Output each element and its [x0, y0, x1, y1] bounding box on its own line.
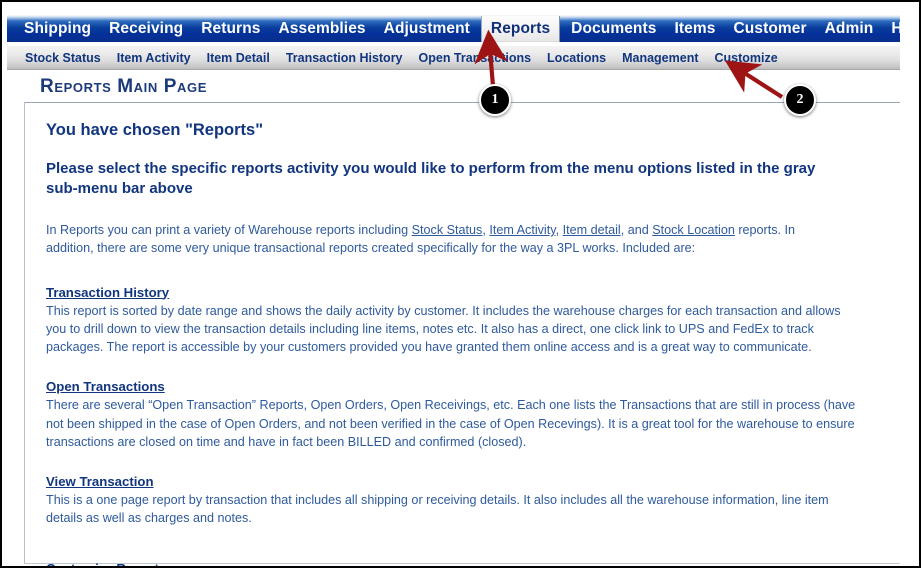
nav-item-shipping[interactable]: Shipping — [15, 15, 100, 42]
sub-navigation-bar: Stock Status Item Activity Item Detail Tran… — [7, 46, 900, 70]
subnav-item-stock-status[interactable]: Stock Status — [17, 51, 109, 65]
annotation-marker-2: 2 — [784, 84, 816, 116]
section-body-open-transactions: There are several “Open Transaction” Rep… — [46, 398, 856, 449]
subnav-item-management[interactable]: Management — [614, 51, 706, 65]
nav-item-customer[interactable]: Customer — [724, 15, 815, 42]
subnav-item-open-transactions[interactable]: Open Transactions — [411, 51, 540, 65]
section-transaction-history: Transaction History This report is sorte… — [46, 284, 860, 357]
section-customize-reports: Customize Reports — [46, 560, 860, 566]
section-body-view-transaction: This is a one page report by transaction… — [46, 493, 829, 526]
intro-text-1: In Reports you can print a variety of Wa… — [46, 223, 412, 238]
application-window: Shipping Receiving Returns Assemblies Adjust… — [0, 0, 921, 568]
main-navigation-bar: Shipping Receiving Returns Assemblies Adjust… — [7, 15, 919, 42]
title-divider — [24, 102, 900, 103]
annotation-marker-2-label: 2 — [796, 92, 804, 107]
subnav-item-customize[interactable]: Customize — [707, 51, 786, 65]
section-body-transaction-history: This report is sorted by date range and … — [46, 303, 841, 355]
nav-item-items[interactable]: Items — [665, 15, 724, 42]
nav-item-returns[interactable]: Returns — [192, 15, 269, 42]
section-open-transactions: Open Transactions There are several “Ope… — [46, 378, 860, 451]
nav-item-documents[interactable]: Documents — [562, 15, 665, 42]
annotation-marker-1-label: 1 — [491, 92, 499, 107]
section-title-view-transaction[interactable]: View Transaction — [46, 474, 154, 489]
main-content: You have chosen "Reports" Please select … — [46, 120, 860, 566]
nav-item-reports[interactable]: Reports — [480, 16, 561, 42]
link-item-activity[interactable]: Item Activity — [489, 223, 555, 237]
nav-item-receiving[interactable]: Receiving — [100, 15, 192, 42]
content-heading: You have chosen "Reports" — [46, 121, 264, 139]
nav-item-assemblies[interactable]: Assemblies — [269, 15, 374, 42]
intro-paragraph: In Reports you can print a variety of Wa… — [46, 221, 846, 258]
content-subheading: Please select the specific reports activ… — [46, 160, 816, 198]
nav-item-admin[interactable]: Admin — [816, 15, 883, 42]
section-view-transaction: View Transaction This is a one page repo… — [46, 473, 860, 528]
subnav-item-item-detail[interactable]: Item Detail — [199, 51, 278, 65]
section-title-customize-reports[interactable]: Customize Reports — [46, 561, 166, 566]
nav-item-adjustment[interactable]: Adjustment — [375, 15, 479, 42]
nav-item-home[interactable]: Home — [882, 15, 919, 42]
page-title-container: Reports Main Page — [24, 74, 900, 100]
subnav-item-locations[interactable]: Locations — [539, 51, 614, 65]
content-left-border — [24, 102, 25, 564]
page-title: Reports Main Page — [40, 76, 207, 97]
link-item-detail[interactable]: Item detail — [563, 223, 621, 237]
annotation-marker-1: 1 — [479, 84, 511, 116]
link-stock-status[interactable]: Stock Status — [412, 223, 483, 237]
intro-text-3: , — [555, 223, 563, 238]
intro-text-4: , and — [620, 223, 653, 238]
section-title-transaction-history[interactable]: Transaction History — [46, 285, 169, 300]
link-stock-location[interactable]: Stock Location — [652, 223, 735, 237]
subnav-item-transaction-history[interactable]: Transaction History — [278, 51, 411, 65]
subnav-item-item-activity[interactable]: Item Activity — [109, 51, 199, 65]
section-title-open-transactions[interactable]: Open Transactions — [46, 379, 165, 394]
